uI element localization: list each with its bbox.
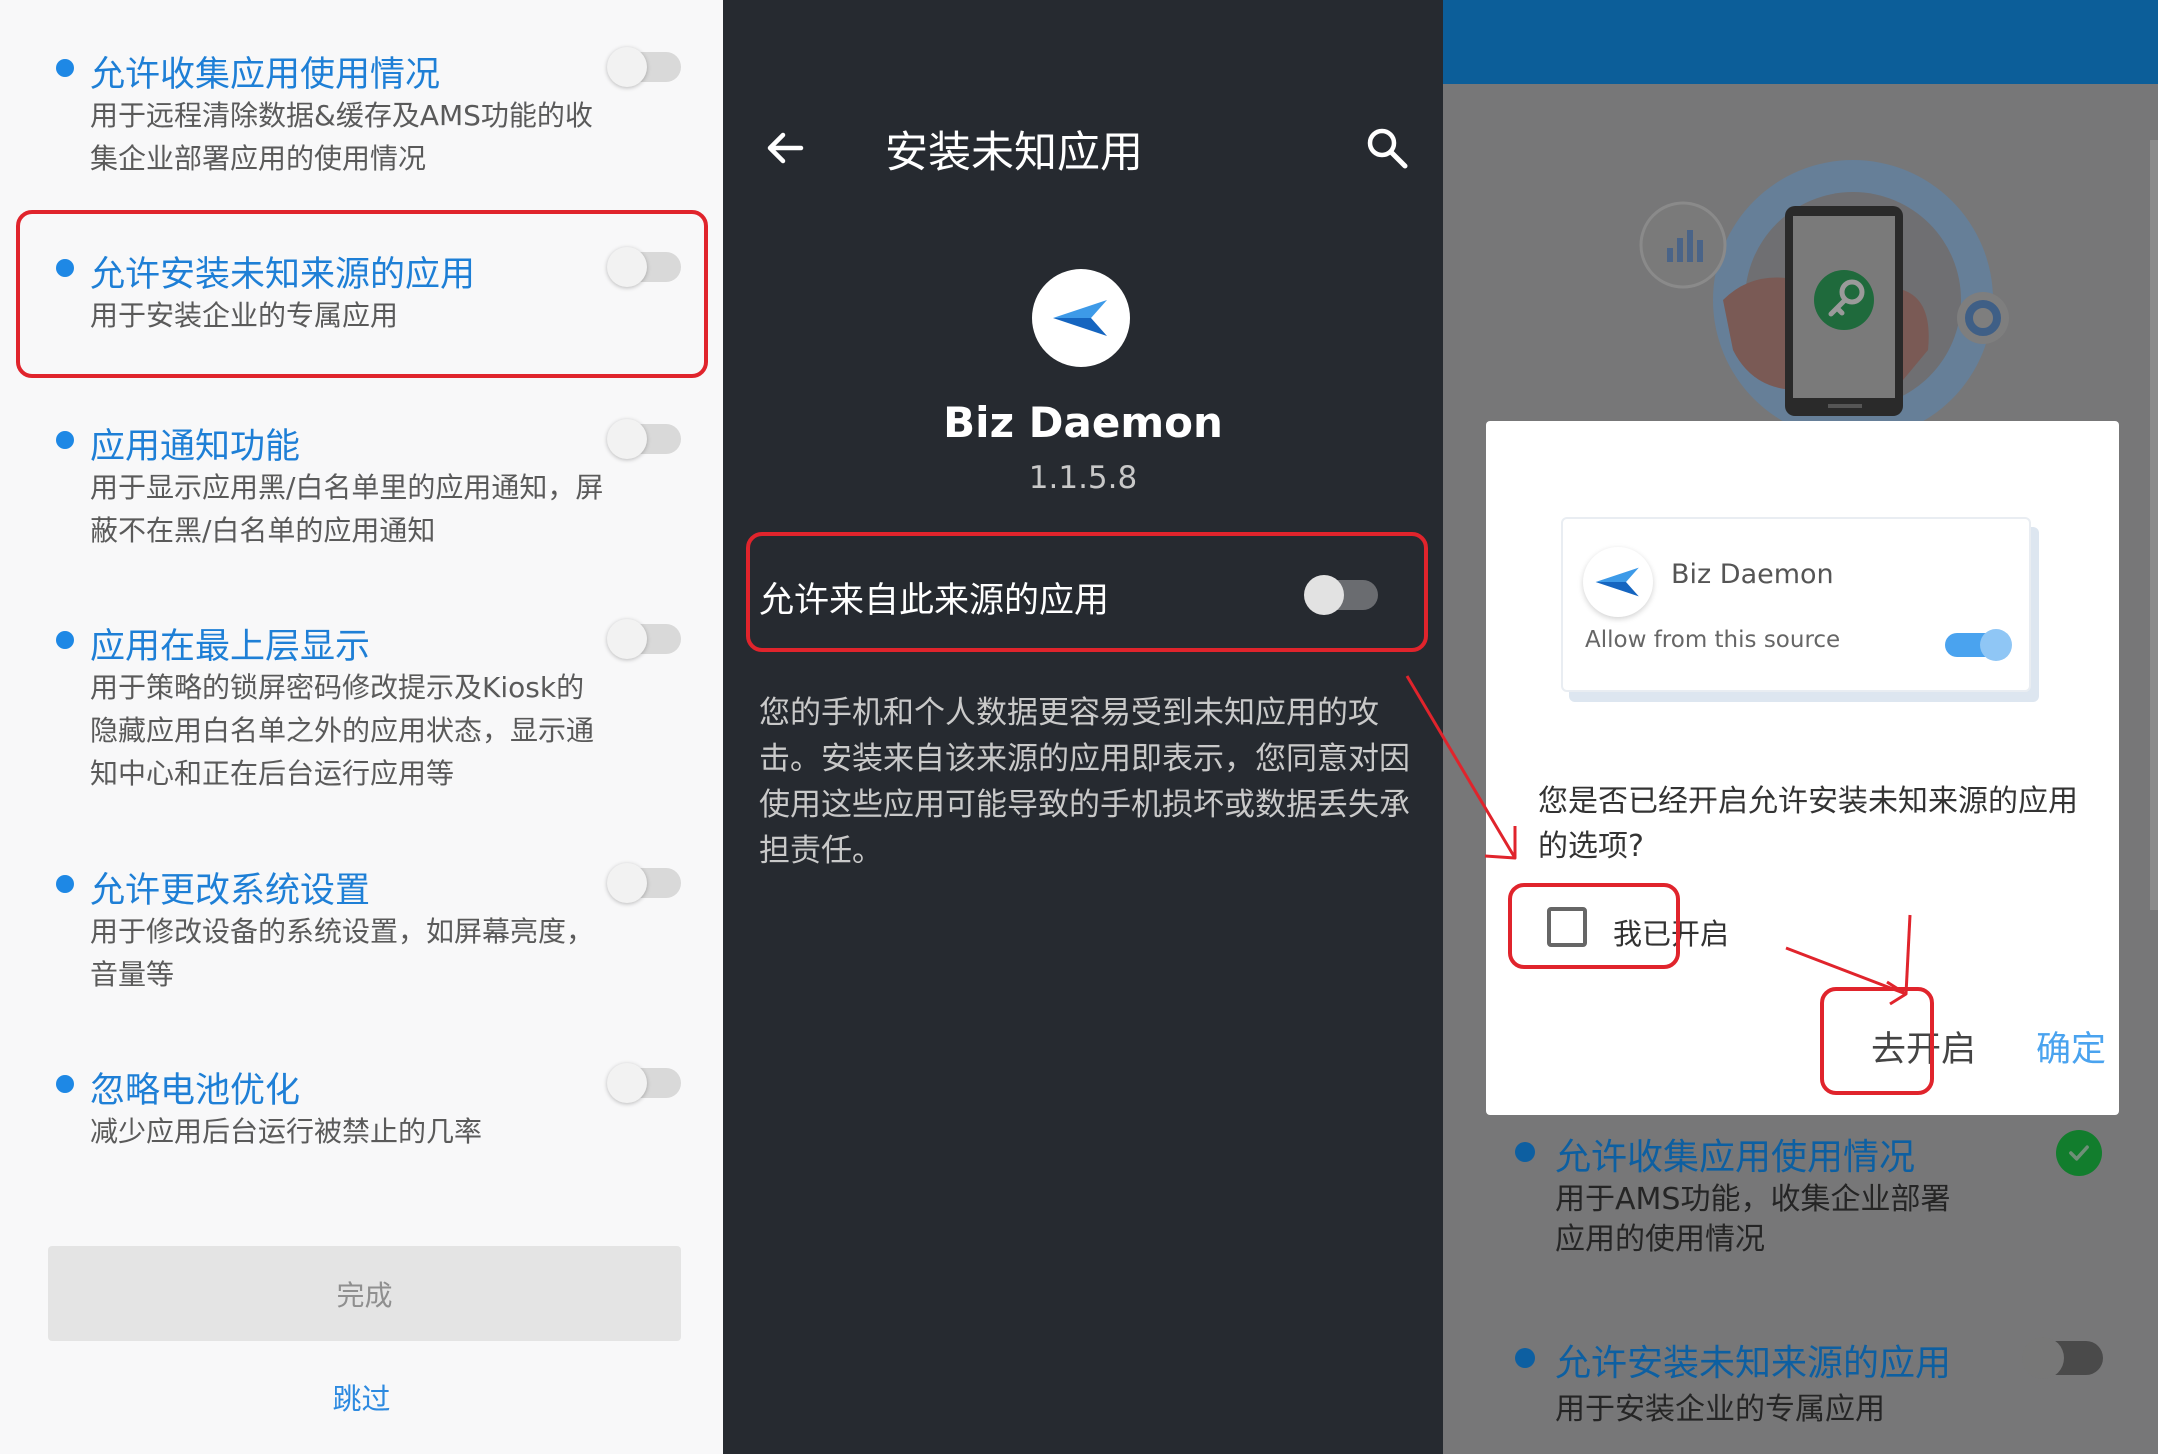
bullet-dot (56, 431, 74, 449)
notification-toggle[interactable] (607, 419, 681, 459)
permission-desc: 用于安装企业的专属应用 (1555, 1392, 1885, 1427)
bullet-dot (56, 59, 74, 77)
app-source-card: Biz Daemon Allow from this source (1561, 517, 2031, 692)
install-unknown-apps-panel: 安装未知应用 Biz Daemon 1.1.5.8 允许来自此来源的应用 您的手… (723, 0, 1443, 1454)
permissions-panel: 允许收集应用使用情况 用于远程清除数据&缓存及AMS功能的收集企业部署应用的使用… (0, 0, 723, 1454)
permission-desc: 应用的使用情况 (1555, 1222, 1765, 1257)
highlight-box (16, 210, 708, 378)
bullet-dot (56, 631, 74, 649)
bullet-dot (56, 1075, 74, 1093)
search-icon[interactable] (1363, 124, 1411, 172)
permission-title: 允许更改系统设置 (90, 871, 371, 911)
highlight-box (1820, 987, 1934, 1095)
app-name: Biz Daemon (943, 398, 1223, 447)
card-allow-label: Allow from this source (1585, 627, 1841, 653)
check-circle-icon (2056, 1130, 2102, 1176)
permission-desc: 用于修改设备的系统设置，如屏幕亮度，音量等 (90, 915, 595, 991)
app-icon (1583, 547, 1653, 617)
done-button[interactable]: 完成 (48, 1246, 681, 1341)
permission-title: 应用通知功能 (90, 427, 301, 467)
permission-title: 允许收集应用使用情况 (90, 55, 441, 95)
scrollbar[interactable] (2150, 140, 2158, 910)
highlight-box (746, 532, 1428, 652)
permission-title: 允许收集应用使用情况 (1555, 1137, 1916, 1178)
bullet-dot (1515, 1142, 1535, 1162)
skip-link[interactable]: 跳过 (0, 1376, 723, 1418)
permission-desc: 用于AMS功能，收集企业部署 (1555, 1182, 1951, 1217)
card-app-name: Biz Daemon (1671, 559, 1834, 590)
bullet-dot (56, 875, 74, 893)
app-icon (1032, 269, 1130, 367)
app-version: 1.1.5.8 (1028, 460, 1138, 496)
paper-plane-icon (1595, 567, 1639, 597)
warning-text: 您的手机和个人数据更容易受到未知应用的攻击。安装来自该来源的应用即表示，您同意对… (759, 695, 1410, 869)
unknown-sources-toggle[interactable] (2022, 1337, 2103, 1379)
confirm-dialog: Biz Daemon Allow from this source 您是否已经开… (1486, 421, 2119, 1115)
usage-toggle[interactable] (607, 47, 681, 87)
permission-desc: 用于显示应用黑/白名单里的应用通知，屏蔽不在黑/白名单的应用通知 (90, 471, 604, 547)
system-settings-toggle[interactable] (607, 863, 681, 903)
back-arrow-icon[interactable] (761, 124, 809, 172)
page-title: 安装未知应用 (885, 128, 1143, 178)
phone-key-illustration (1639, 160, 2009, 440)
permission-title: 应用在最上层显示 (90, 627, 371, 667)
confirm-dialog-panel: Biz Daemon Allow from this source 您是否已经开… (1443, 0, 2158, 1454)
top-app-bar (1443, 0, 2158, 84)
dialog-question: 您是否已经开启允许安装未知来源的应用的选项? (1538, 784, 2078, 864)
checkmark-icon (2069, 1145, 2089, 1161)
card-allow-toggle (1945, 629, 2012, 661)
permission-title: 允许安装未知来源的应用 (1555, 1343, 1952, 1384)
overlay-toggle[interactable] (607, 619, 681, 659)
confirm-button[interactable]: 确定 (2036, 1021, 2106, 1072)
permission-desc: 用于远程清除数据&缓存及AMS功能的收集企业部署应用的使用情况 (90, 99, 593, 175)
permission-title: 忽略电池优化 (90, 1071, 301, 1111)
permission-desc: 用于策略的锁屏密码修改提示及Kiosk的隐藏应用白名单之外的应用状态，显示通知中… (90, 671, 595, 790)
battery-toggle[interactable] (607, 1063, 681, 1103)
paper-plane-icon (1053, 300, 1107, 336)
permission-desc: 减少应用后台运行被禁止的几率 (90, 1115, 483, 1148)
highlight-box (1508, 883, 1680, 969)
bullet-dot (1515, 1348, 1535, 1368)
